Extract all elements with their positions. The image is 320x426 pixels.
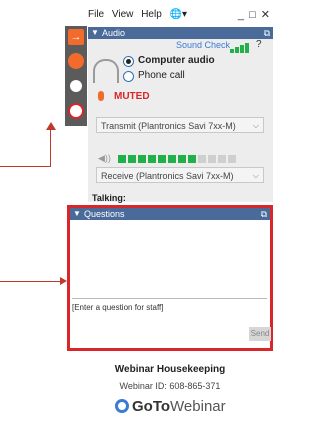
questions-header[interactable]: ▼ Questions ⧉: [70, 208, 270, 220]
computer-audio-label: Computer audio: [138, 55, 215, 66]
control-toolbar: →: [65, 26, 87, 126]
receive-value: Receive (Plantronics Savi 7xx-M): [101, 171, 234, 181]
menu-help[interactable]: Help: [141, 9, 162, 20]
sound-check-link[interactable]: Sound Check: [176, 40, 230, 50]
chevron-down-icon: ⌵: [252, 121, 259, 130]
receive-select[interactable]: Receive (Plantronics Savi 7xx-M) ⌵: [96, 167, 264, 183]
phone-call-label: Phone call: [138, 70, 185, 81]
annotation-arrowhead-2: [60, 277, 67, 285]
headset-icon: [93, 59, 119, 83]
help-icon[interactable]: ?: [256, 39, 262, 50]
flower-logo-icon: [115, 399, 129, 413]
microphone-icon[interactable]: [68, 53, 84, 69]
collapse-triangle-icon: ▼: [91, 28, 99, 37]
screen-icon[interactable]: [68, 78, 84, 94]
muted-label: MUTED: [114, 91, 150, 102]
globe-icon[interactable]: 🌐▾: [170, 9, 187, 20]
speaker-icon: ◀)): [98, 153, 111, 163]
brand-goto: GoTo: [132, 398, 171, 415]
webinar-id: Webinar ID: 608-865-371: [119, 381, 221, 391]
muted-mic-icon: [98, 91, 104, 101]
menu-file[interactable]: File: [88, 9, 104, 20]
hand-raise-icon[interactable]: [68, 103, 84, 119]
signal-bars-icon: [230, 40, 249, 58]
phone-call-radio[interactable]: [123, 71, 134, 82]
annotation-arrow-1-vertical: [50, 130, 51, 167]
question-input[interactable]: [Enter a question for staff]: [72, 303, 163, 312]
popout-icon[interactable]: ⧉: [264, 27, 270, 39]
chevron-down-icon: ⌵: [252, 171, 259, 180]
webinar-title: Webinar Housekeeping: [114, 364, 226, 375]
questions-title: Questions: [84, 209, 125, 219]
talking-label: Talking:: [92, 193, 126, 203]
audio-panel: ▼ Audio ⧉ Sound Check ? Computer audio P…: [88, 27, 273, 202]
volume-meter: [118, 150, 238, 168]
transmit-value: Transmit (Plantronics Savi 7xx-M): [101, 121, 236, 131]
divider: [72, 298, 267, 299]
window-controls[interactable]: _ □ ✕: [238, 8, 271, 21]
audio-header[interactable]: ▼ Audio ⧉: [88, 27, 273, 39]
popout-icon[interactable]: ⧉: [261, 208, 267, 220]
annotation-arrowhead-1: [46, 122, 56, 130]
transmit-select[interactable]: Transmit (Plantronics Savi 7xx-M) ⌵: [96, 117, 264, 133]
collapse-arrow-icon[interactable]: →: [68, 29, 84, 45]
menu-view[interactable]: View: [112, 9, 134, 20]
computer-audio-radio[interactable]: [123, 56, 134, 67]
brand-webinar: Webinar: [170, 398, 226, 415]
collapse-triangle-icon: ▼: [73, 209, 81, 218]
questions-panel: ▼ Questions ⧉ [Enter a question for staf…: [67, 205, 273, 351]
send-button[interactable]: Send: [249, 327, 271, 341]
audio-title: Audio: [102, 28, 126, 38]
annotation-arrow-2: [0, 281, 60, 282]
gotowebinar-logo: GoToWebinar: [115, 398, 226, 415]
annotation-arrow-1: [0, 166, 50, 167]
